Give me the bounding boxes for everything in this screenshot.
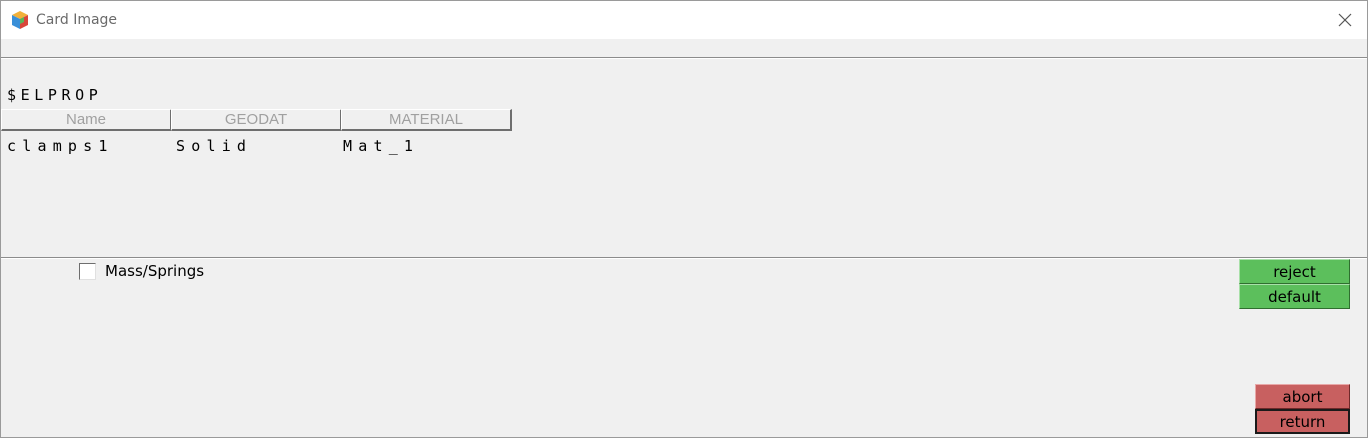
return-button[interactable]: return	[1255, 409, 1350, 434]
cell-material[interactable]: Mat_1	[343, 137, 419, 155]
abort-button[interactable]: abort	[1255, 384, 1350, 409]
cube-icon	[10, 10, 30, 30]
card-header: $ELPROP	[7, 86, 103, 104]
close-button[interactable]	[1323, 1, 1367, 39]
mass-springs-checkbox[interactable]	[79, 263, 96, 280]
mass-springs-label: Mass/Springs	[105, 262, 205, 280]
reject-button[interactable]: reject	[1239, 259, 1350, 284]
column-header-name: Name	[1, 109, 172, 131]
cell-geodat[interactable]: Solid	[176, 137, 252, 155]
default-button[interactable]: default	[1239, 284, 1350, 309]
close-icon	[1338, 13, 1352, 27]
cell-name[interactable]: clamps1	[7, 137, 114, 155]
title-bar: Card Image	[1, 1, 1367, 39]
column-header-material: MATERIAL	[341, 109, 512, 131]
top-divider	[1, 57, 1367, 59]
card-image-window: Card Image $ELPROP Name GEODAT MATERIAL …	[0, 0, 1368, 438]
column-header-geodat: GEODAT	[171, 109, 342, 131]
window-title: Card Image	[36, 12, 118, 28]
middle-divider	[1, 257, 1367, 259]
